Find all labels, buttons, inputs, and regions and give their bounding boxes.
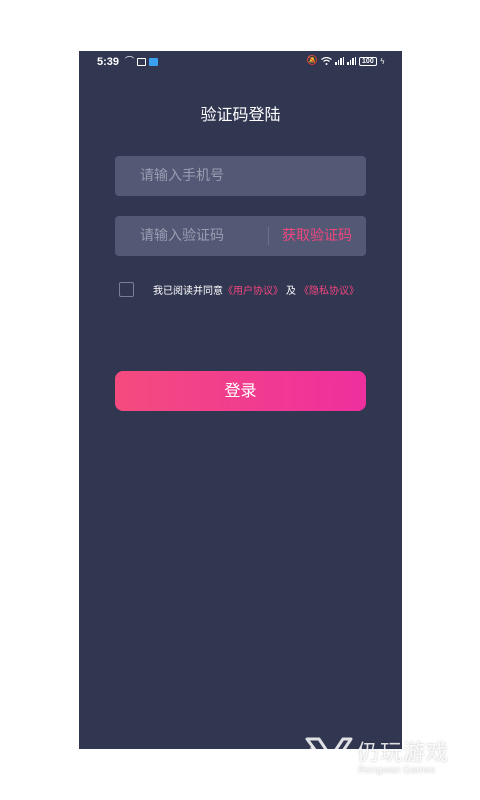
signal-icon — [347, 57, 357, 65]
watermark-name: 仍玩游戏 — [357, 741, 450, 766]
missed-call-icon: ⌒ — [125, 57, 135, 67]
verification-code-field: 获取验证码 — [115, 216, 366, 256]
login-screen: 5:39 ⌒ 🔕 100 ϟ 验证码登陆 获取验证码 我已阅读并同意 — [79, 51, 402, 749]
wifi-icon — [321, 57, 332, 65]
agreement-and: 及 — [286, 285, 296, 297]
phone-field — [115, 156, 366, 196]
agreement-row: 我已阅读并同意 《用户协议》 及 《隐私协议》 — [119, 281, 359, 297]
charging-icon: ϟ — [379, 56, 385, 66]
agreement-prefix: 我已阅读并同意 — [153, 285, 223, 297]
login-button[interactable]: 登录 — [115, 371, 366, 411]
watermark-subtitle: Rengwan Games — [358, 765, 436, 776]
privacy-policy-link[interactable]: 《隐私协议》 — [299, 282, 359, 297]
agreement-checkbox[interactable] — [119, 281, 134, 297]
signal-icon — [335, 57, 345, 65]
rengwan-logo-icon — [305, 737, 353, 777]
battery-icon: 100 — [359, 56, 377, 66]
user-agreement-link[interactable]: 《用户协议》 — [223, 282, 283, 297]
status-bar: 5:39 ⌒ 🔕 100 ϟ — [79, 51, 402, 75]
message-icon — [137, 58, 147, 66]
page-title: 验证码登陆 — [200, 105, 281, 124]
status-time: 5:39 — [97, 56, 120, 68]
get-code-button[interactable]: 获取验证码 — [282, 216, 352, 256]
watermark: 仍玩游戏 Rengwan Games — [305, 735, 465, 780]
mute-icon: 🔕 — [306, 56, 319, 66]
verification-code-input[interactable] — [115, 216, 267, 256]
app-notification-icon — [149, 58, 159, 66]
code-divider — [268, 227, 269, 245]
phone-input[interactable] — [115, 156, 366, 196]
